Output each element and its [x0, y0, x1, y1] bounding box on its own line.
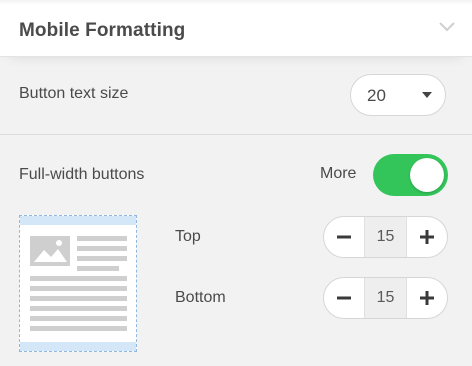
full-width-buttons-toggle[interactable]	[373, 154, 448, 196]
bottom-padding-value[interactable]: 15	[364, 278, 407, 318]
bottom-padding-label: Bottom	[175, 289, 226, 306]
layout-preview-icon	[19, 215, 137, 352]
button-text-size-select[interactable]: 20	[350, 74, 446, 116]
bottom-decrement-button[interactable]	[324, 278, 364, 318]
minus-icon	[337, 235, 351, 239]
button-text-size-value: 20	[367, 86, 386, 105]
bottom-padding-stepper: 15	[323, 277, 448, 319]
full-width-buttons-label: Full-width buttons	[19, 166, 145, 183]
section-header[interactable]: Mobile Formatting	[0, 0, 472, 57]
placeholder-content-icon	[30, 236, 127, 331]
top-decrement-button[interactable]	[324, 217, 364, 257]
top-padding-value[interactable]: 15	[364, 217, 407, 257]
bottom-increment-button[interactable]	[407, 278, 447, 318]
caret-down-icon	[422, 92, 432, 98]
section-title: Mobile Formatting	[19, 20, 186, 41]
button-text-size-label: Button text size	[19, 85, 129, 102]
top-increment-button[interactable]	[407, 217, 447, 257]
more-label: More	[320, 165, 357, 182]
chevron-down-icon[interactable]	[437, 20, 457, 34]
top-padding-label: Top	[175, 228, 201, 245]
plus-icon	[420, 230, 434, 244]
minus-icon	[337, 296, 351, 300]
top-padding-stepper: 15	[323, 216, 448, 258]
toggle-knob	[410, 158, 444, 192]
divider	[0, 134, 472, 135]
mobile-formatting-panel: Mobile Formatting Button text size 20 Fu…	[0, 0, 472, 366]
plus-icon	[420, 291, 434, 305]
